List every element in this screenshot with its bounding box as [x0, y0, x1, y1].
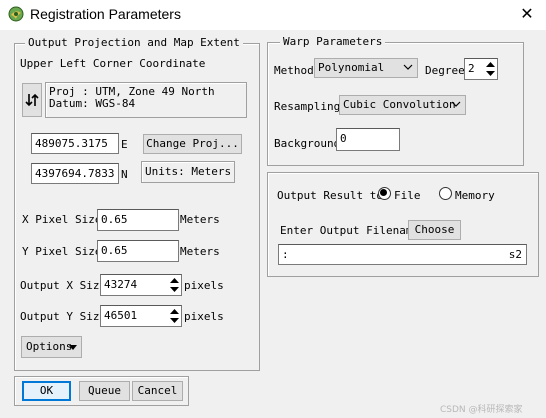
output-y-size-value: 46501	[104, 309, 138, 322]
background-field[interactable]: 0	[336, 128, 400, 151]
y-pixel-size-field[interactable]: 0.65	[97, 240, 179, 262]
dropdown-arrow-icon	[69, 345, 77, 350]
swap-arrows-icon	[25, 93, 39, 107]
projection-group-legend: Output Projection and Map Extent	[25, 36, 243, 49]
units-label: Units: Meters	[145, 165, 232, 178]
close-icon[interactable]: ✕	[516, 4, 538, 24]
output-x-size-units: pixels	[184, 279, 224, 292]
spin-arrows-icon	[170, 309, 179, 323]
method-label: Method	[274, 64, 314, 77]
spin-arrows-icon	[486, 62, 495, 76]
output-y-size-label: Output Y Size	[20, 310, 107, 323]
upper-left-label: Upper Left Corner Coordinate	[20, 57, 206, 70]
window-title: Registration Parameters	[30, 6, 181, 22]
x-coordinate-suffix: E	[121, 138, 128, 151]
choose-button[interactable]: Choose	[408, 220, 461, 240]
degree-spin[interactable]	[484, 59, 497, 79]
y-coordinate-field[interactable]: 4397694.7833	[31, 163, 119, 184]
file-radio[interactable]	[378, 187, 391, 200]
proj-line-2: Datum: WGS-84	[49, 97, 136, 110]
background-label: Background	[274, 137, 341, 150]
output-x-size-value: 43274	[104, 278, 138, 291]
title-bar[interactable]: Registration Parameters ✕	[0, 0, 546, 30]
filename-label: Enter Output Filename	[280, 224, 420, 237]
memory-radio-circle	[439, 187, 452, 200]
output-y-spin[interactable]	[168, 306, 181, 326]
output-result-label: Output Result to	[277, 189, 383, 202]
ok-button[interactable]: OK	[22, 381, 71, 401]
method-value: Polynomial	[318, 61, 385, 74]
options-label: Options	[26, 340, 73, 353]
y-coordinate-suffix: N	[121, 168, 128, 181]
resampling-select[interactable]: Cubic Convolution	[339, 95, 466, 115]
degree-value: 2	[468, 62, 475, 75]
output-y-size-field[interactable]: 46501	[100, 305, 182, 327]
degree-field[interactable]: 2	[464, 58, 498, 80]
queue-button[interactable]: Queue	[79, 381, 130, 401]
file-label[interactable]: File	[394, 189, 421, 202]
output-y-size-units: pixels	[184, 310, 224, 323]
y-pixel-units: Meters	[180, 245, 220, 258]
spin-arrows-icon	[170, 278, 179, 292]
chevron-down-icon	[403, 64, 413, 70]
chevron-down-icon	[451, 101, 461, 107]
watermark: CSDN @科研探索家	[440, 405, 523, 415]
output-x-size-label: Output X Size	[20, 279, 107, 292]
envi-app-icon	[8, 6, 24, 22]
file-radio-dot	[380, 189, 387, 196]
warp-group-legend: Warp Parameters	[280, 35, 386, 48]
output-filename-left: :	[282, 248, 289, 261]
resampling-value: Cubic Convolution	[343, 98, 456, 111]
output-filename-right: s2	[508, 248, 522, 261]
x-pixel-size-field[interactable]: 0.65	[97, 209, 179, 231]
options-button[interactable]: Options	[21, 336, 82, 358]
swap-button[interactable]	[22, 83, 42, 117]
change-proj-button[interactable]: Change Proj...	[143, 134, 242, 154]
x-coordinate-field[interactable]: 489075.3175	[31, 133, 119, 154]
memory-radio[interactable]	[439, 187, 452, 200]
cancel-button[interactable]: Cancel	[132, 381, 183, 401]
output-x-spin[interactable]	[168, 275, 181, 295]
x-pixel-size-label: X Pixel Size	[22, 213, 102, 226]
y-pixel-size-label: Y Pixel Size	[22, 245, 102, 258]
x-pixel-units: Meters	[180, 213, 220, 226]
output-x-size-field[interactable]: 43274	[100, 274, 182, 296]
degree-label: Degree	[425, 64, 465, 77]
output-filename-field[interactable]: : s2	[278, 244, 527, 265]
resampling-label: Resampling	[274, 100, 341, 113]
memory-label[interactable]: Memory	[455, 189, 495, 202]
method-select[interactable]: Polynomial	[314, 58, 418, 78]
